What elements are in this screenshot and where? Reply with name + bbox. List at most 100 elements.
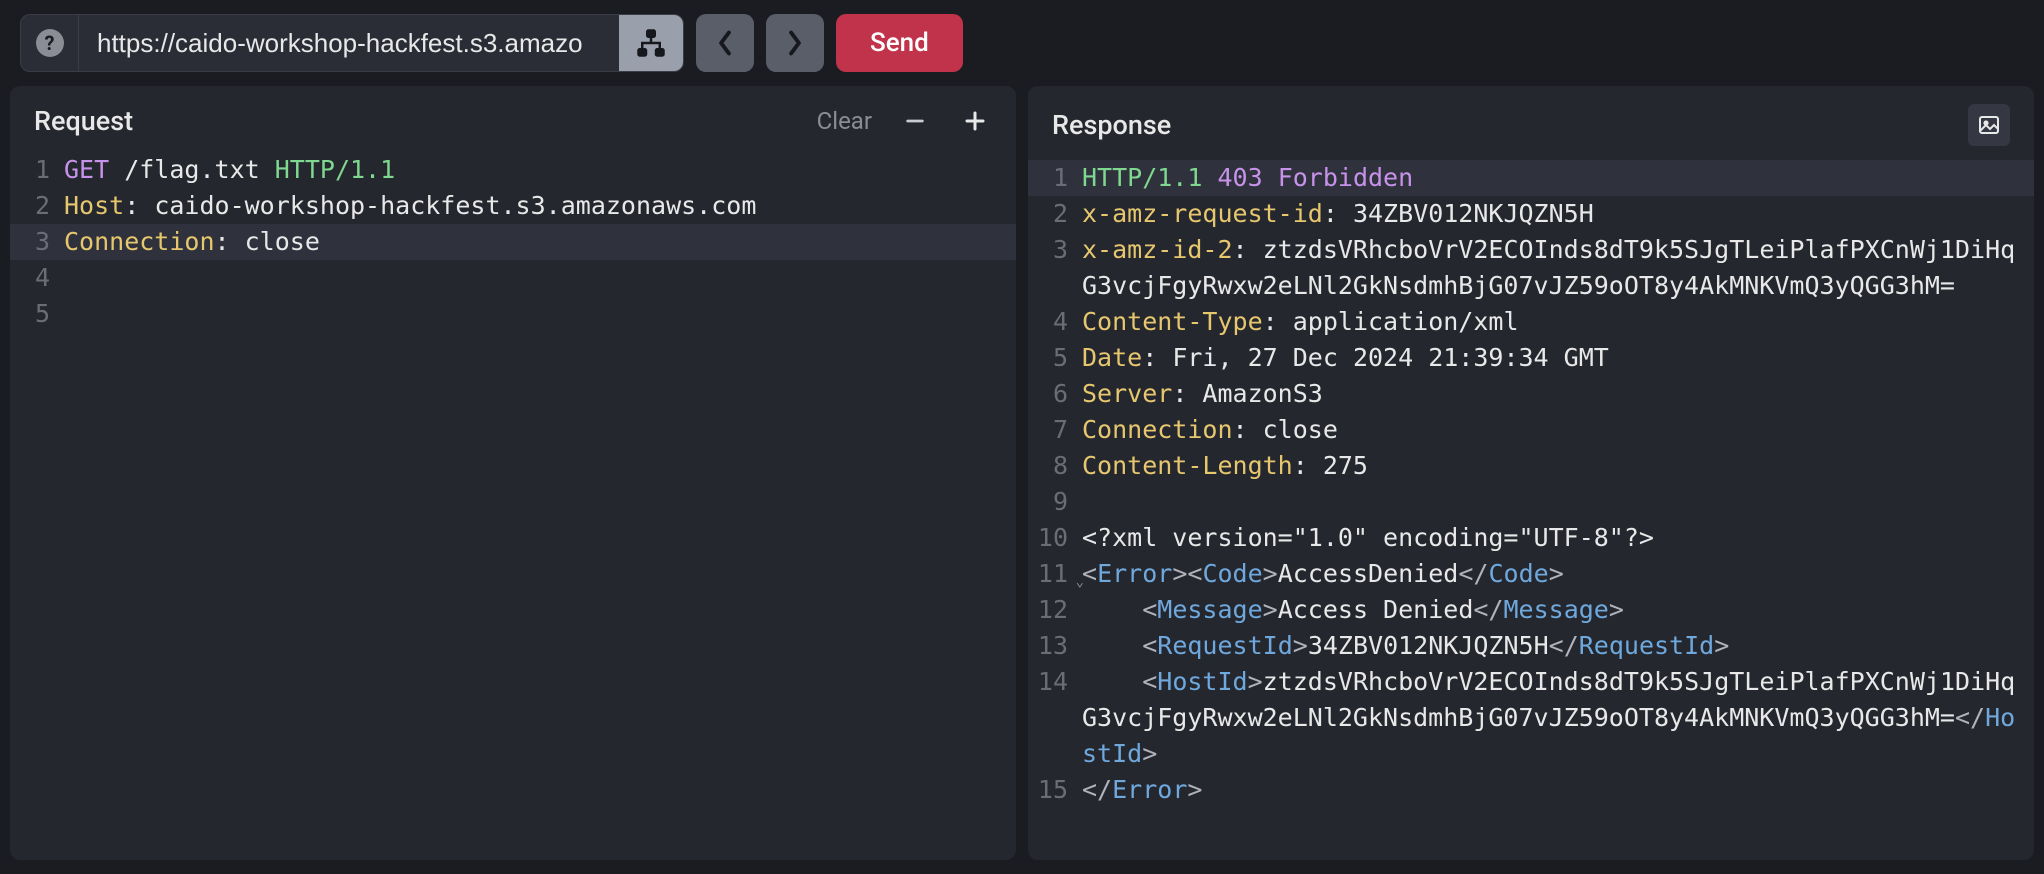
token: < [1142, 667, 1157, 696]
line-content[interactable]: <HostId>ztzdsVRhcboVrV2ECOInds8dT9k5SJgT… [1082, 664, 2034, 772]
token: close [1263, 415, 1338, 444]
line-content[interactable] [64, 260, 1016, 296]
token: > [1187, 775, 1202, 804]
line-content[interactable]: GET /flag.txt HTTP/1.1 [64, 152, 1016, 188]
token: close [245, 227, 320, 256]
editor-line[interactable]: 5Date: Fri, 27 Dec 2024 21:39:34 GMT [1028, 340, 2034, 376]
editor-line[interactable]: 1GET /flag.txt HTTP/1.1 [10, 152, 1016, 188]
token: </ [1955, 703, 1985, 732]
editor-line[interactable]: 14 <HostId>ztzdsVRhcboVrV2ECOInds8dT9k5S… [1028, 664, 2034, 772]
token: : [1233, 415, 1263, 444]
connection-button[interactable] [619, 14, 683, 72]
help-button[interactable]: ? [21, 14, 79, 72]
editor-line[interactable]: 4 [10, 260, 1016, 296]
token: > [1248, 667, 1263, 696]
line-number: 9 [1028, 484, 1082, 520]
line-content[interactable]: <RequestId>34ZBV012NKJQZN5H</RequestId> [1082, 628, 2034, 664]
line-content[interactable]: x-amz-id-2: ztzdsVRhcboVrV2ECOInds8dT9k5… [1082, 232, 2034, 304]
editor-line[interactable]: 3x-amz-id-2: ztzdsVRhcboVrV2ECOInds8dT9k… [1028, 232, 2034, 304]
url-input[interactable] [79, 15, 619, 71]
request-editor[interactable]: 1GET /flag.txt HTTP/1.12Host: caido-work… [10, 152, 1016, 860]
line-content[interactable]: <Error><Code>AccessDenied</Code> [1082, 556, 2034, 592]
line-number: 4 [1028, 304, 1082, 340]
response-header: Response [1028, 86, 2034, 160]
token: HostId [1157, 667, 1247, 696]
token: Code [1488, 559, 1548, 588]
editor-line[interactable]: 8Content-Length: 275 [1028, 448, 2034, 484]
token: RequestId [1579, 631, 1714, 660]
line-content[interactable]: Server: AmazonS3 [1082, 376, 2034, 412]
url-group: ? [20, 14, 684, 72]
editor-line[interactable]: 9 [1028, 484, 2034, 520]
token: Connection [1082, 415, 1233, 444]
line-content[interactable]: Content-Length: 275 [1082, 448, 2034, 484]
editor-line[interactable]: 15</Error> [1028, 772, 2034, 808]
token: Content-Type [1082, 307, 1263, 336]
line-number: 11⌄ [1028, 556, 1082, 592]
editor-line[interactable]: 6Server: AmazonS3 [1028, 376, 2034, 412]
line-content[interactable] [64, 296, 1016, 332]
editor-line[interactable]: 12 <Message>Access Denied</Message> [1028, 592, 2034, 628]
response-editor[interactable]: 1HTTP/1.1 403 Forbidden2x-amz-request-id… [1028, 160, 2034, 860]
next-button[interactable] [766, 14, 824, 72]
token: </ [1082, 775, 1112, 804]
token: Error [1097, 559, 1172, 588]
line-content[interactable]: <Message>Access Denied</Message> [1082, 592, 2034, 628]
line-number: 3 [1028, 232, 1082, 304]
editor-line[interactable]: 1HTTP/1.1 403 Forbidden [1028, 160, 2034, 196]
line-content[interactable]: x-amz-request-id: 34ZBV012NKJQZN5H [1082, 196, 2034, 232]
request-title: Request [34, 105, 791, 137]
token: : [1233, 235, 1263, 264]
token: Connection [64, 227, 215, 256]
line-number: 1 [1028, 160, 1082, 196]
token: : [124, 191, 154, 220]
editor-line[interactable]: 4Content-Type: application/xml [1028, 304, 2034, 340]
token: </ [1473, 595, 1503, 624]
token [1202, 163, 1217, 192]
editor-line[interactable]: 5 [10, 296, 1016, 332]
line-number: 6 [1028, 376, 1082, 412]
token: <?xml version="1.0" encoding="UTF-8"?> [1082, 523, 1654, 552]
line-content[interactable]: HTTP/1.1 403 Forbidden [1082, 160, 2034, 196]
response-title: Response [1052, 109, 1968, 141]
token: Error [1112, 775, 1187, 804]
token: : [1172, 379, 1202, 408]
editor-line[interactable]: 2x-amz-request-id: 34ZBV012NKJQZN5H [1028, 196, 2034, 232]
line-content[interactable] [1082, 484, 2034, 520]
add-button[interactable] [958, 104, 992, 138]
line-number: 4 [10, 260, 64, 296]
render-button[interactable] [1968, 104, 2010, 146]
plus-icon [963, 109, 987, 133]
line-number: 5 [10, 296, 64, 332]
line-content[interactable]: <?xml version="1.0" encoding="UTF-8"?> [1082, 520, 2034, 556]
token: > [1263, 595, 1278, 624]
token [1263, 163, 1278, 192]
token: Message [1503, 595, 1608, 624]
editor-line[interactable]: 2Host: caido-workshop-hackfest.s3.amazon… [10, 188, 1016, 224]
send-label: Send [870, 28, 929, 58]
editor-line[interactable]: 7Connection: close [1028, 412, 2034, 448]
line-content[interactable]: Connection: close [1082, 412, 2034, 448]
editor-line[interactable]: 10<?xml version="1.0" encoding="UTF-8"?> [1028, 520, 2034, 556]
token: caido-workshop-hackfest.s3.amazonaws.com [154, 191, 756, 220]
line-content[interactable]: Content-Type: application/xml [1082, 304, 2034, 340]
panels: Request Clear 1GET /flag.txt HTTP/1.12Ho… [0, 86, 2044, 870]
send-button[interactable]: Send [836, 14, 963, 72]
line-content[interactable]: </Error> [1082, 772, 2034, 808]
editor-line[interactable]: 3Connection: close [10, 224, 1016, 260]
editor-line[interactable]: 13 <RequestId>34ZBV012NKJQZN5H</RequestI… [1028, 628, 2034, 664]
minimize-button[interactable] [898, 104, 932, 138]
token: Host [64, 191, 124, 220]
line-content[interactable]: Connection: close [64, 224, 1016, 260]
prev-button[interactable] [696, 14, 754, 72]
token: application/xml [1293, 307, 1519, 336]
token: Forbidden [1278, 163, 1413, 192]
token: : [1263, 307, 1293, 336]
image-icon [1977, 113, 2001, 137]
token: > [1714, 631, 1729, 660]
editor-line[interactable]: 11⌄<Error><Code>AccessDenied</Code> [1028, 556, 2034, 592]
line-content[interactable]: Host: caido-workshop-hackfest.s3.amazona… [64, 188, 1016, 224]
line-content[interactable]: Date: Fri, 27 Dec 2024 21:39:34 GMT [1082, 340, 2034, 376]
token: 403 [1217, 163, 1262, 192]
clear-button[interactable]: Clear [817, 107, 872, 135]
